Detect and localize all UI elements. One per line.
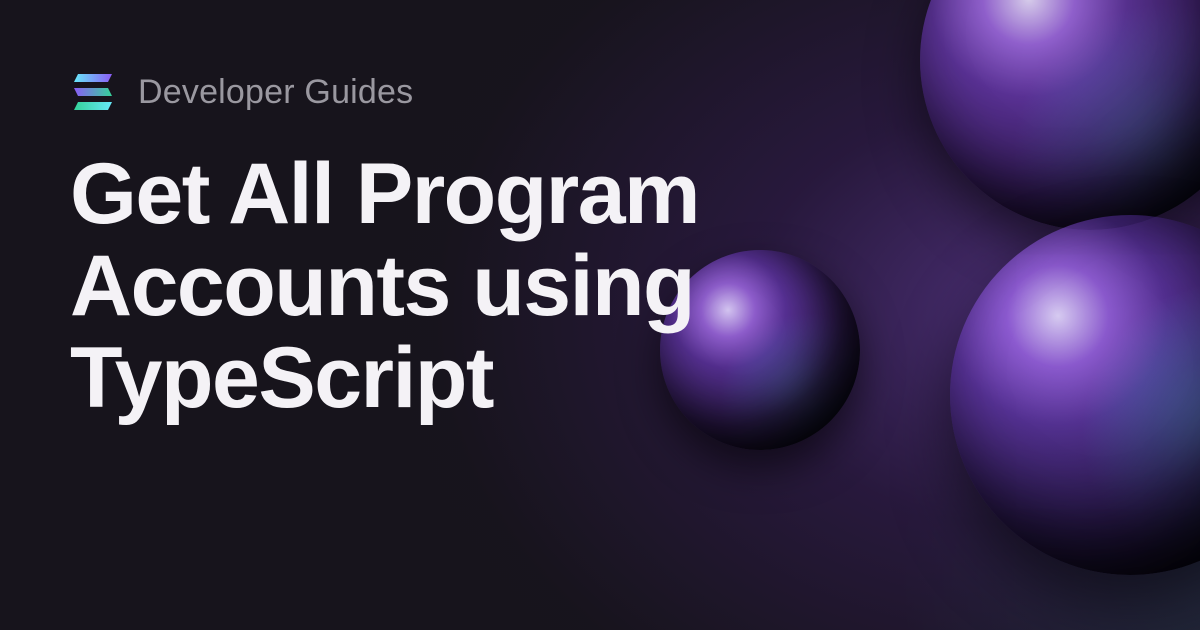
solana-logo-icon [70,72,116,112]
hero-content: Developer Guides Get All Program Account… [0,0,1200,496]
brand-row: Developer Guides [70,72,1130,112]
page-title: Get All Program Accounts using TypeScrip… [70,148,890,424]
eyebrow-label: Developer Guides [138,73,413,112]
